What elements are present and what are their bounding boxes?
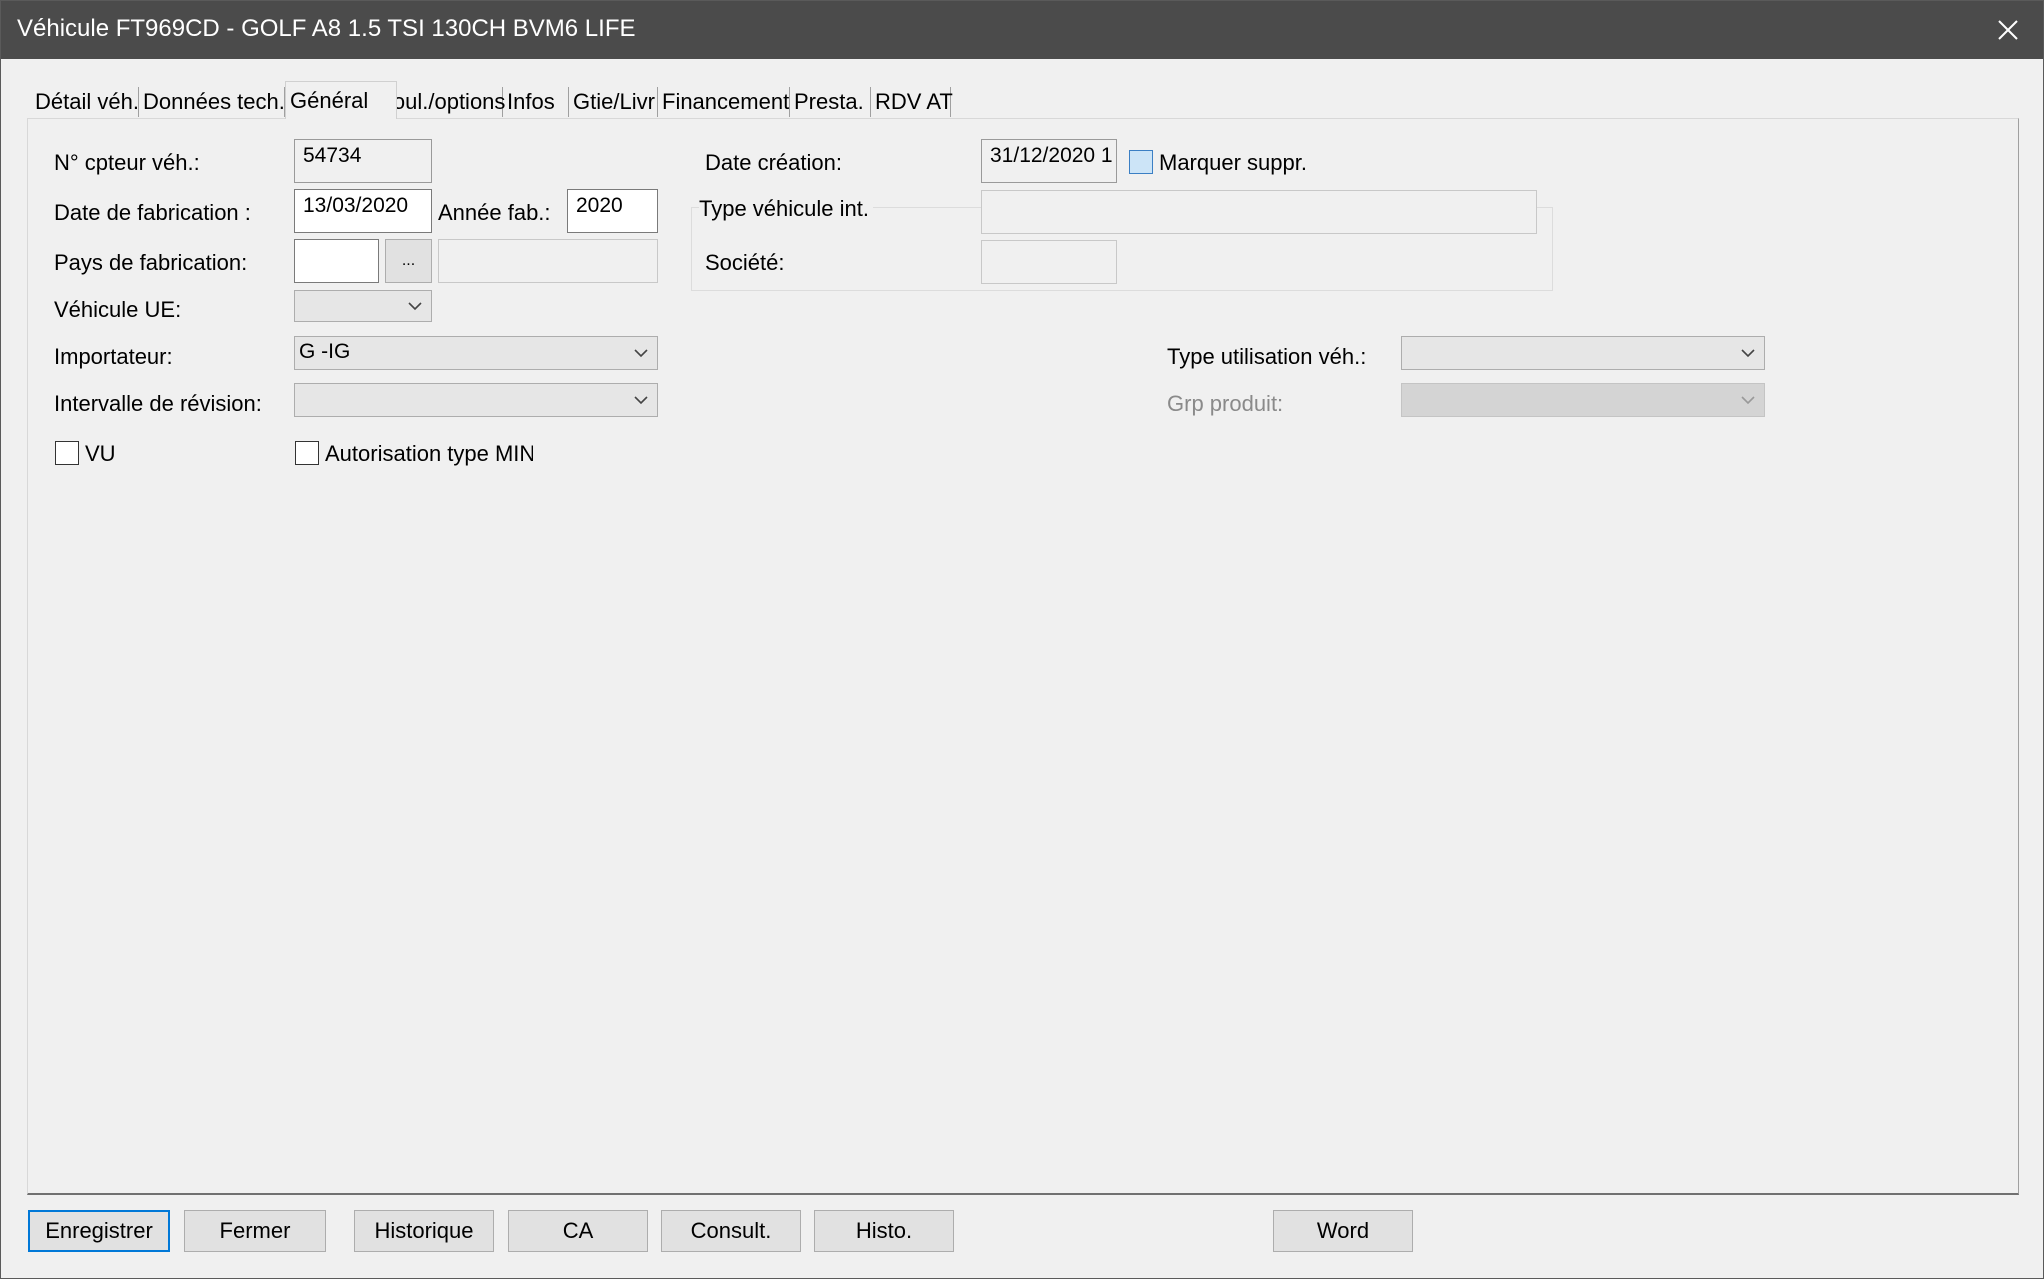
compteur-field[interactable]: 54734 (294, 139, 432, 183)
tab-detail-veh[interactable]: Détail véh. (31, 87, 139, 117)
intervalle-revision-select[interactable] (294, 383, 658, 417)
chevron-down-icon (633, 384, 649, 416)
date-creation-label: Date création: (705, 150, 842, 175)
annee-fab-label: Année fab.: (438, 200, 551, 225)
type-vehicule-int-label: Type véhicule int. (699, 196, 873, 222)
date-fabrication-field[interactable]: 13/03/2020 (294, 189, 432, 233)
vu-label: VU (85, 441, 116, 466)
autorisation-mini-checkbox[interactable] (295, 441, 319, 465)
annee-fab-field[interactable]: 2020 (567, 189, 658, 233)
societe-field[interactable] (981, 240, 1117, 284)
tab-infos[interactable]: Infos (503, 87, 569, 117)
importateur-label: Importateur: (54, 344, 173, 369)
date-fabrication-label: Date de fabrication : (54, 200, 251, 225)
marquer-suppr-checkbox[interactable] (1129, 150, 1153, 174)
chevron-down-icon (407, 291, 423, 321)
window-title: Véhicule FT969CD - GOLF A8 1.5 TSI 130CH… (17, 15, 636, 42)
tab-rdv-at[interactable]: RDV AT (871, 87, 953, 117)
type-utilisation-label: Type utilisation véh.: (1167, 344, 1367, 369)
tab-donnees-tech[interactable]: Données tech. (139, 87, 285, 117)
ca-button[interactable]: CA (508, 1210, 648, 1252)
tab-general[interactable]: Général (285, 81, 397, 119)
vehicule-ue-label: Véhicule UE: (54, 297, 182, 322)
grp-produit-label: Grp produit: (1167, 391, 1284, 416)
societe-label: Société: (705, 250, 785, 275)
type-utilisation-select[interactable] (1401, 336, 1765, 370)
pays-fabrication-name-field[interactable] (438, 239, 658, 283)
autorisation-mini-label: Autorisation type MINI (325, 441, 533, 466)
date-creation-field[interactable]: 31/12/2020 1 (981, 139, 1117, 183)
chevron-down-icon (633, 337, 649, 369)
chevron-down-icon (1740, 384, 1756, 416)
pays-fabrication-code-field[interactable] (294, 239, 379, 283)
close-icon (1998, 20, 2018, 40)
histo-button[interactable]: Histo. (814, 1210, 954, 1252)
historique-button[interactable]: Historique (354, 1210, 494, 1252)
tab-presta[interactable]: Presta. (790, 87, 871, 117)
importateur-select[interactable]: G -IG (294, 336, 658, 370)
vehicle-dialog: Véhicule FT969CD - GOLF A8 1.5 TSI 130CH… (0, 0, 2044, 1279)
close-button[interactable] (1973, 1, 2043, 59)
pays-fabrication-label: Pays de fabrication: (54, 250, 248, 275)
compteur-label: N° cpteur véh.: (54, 150, 200, 175)
vehicule-ue-select[interactable] (294, 290, 432, 322)
consult-button[interactable]: Consult. (661, 1210, 801, 1252)
importateur-value: G -IG (299, 340, 351, 363)
type-vehicule-int-field[interactable] (981, 190, 1537, 234)
vu-checkbox[interactable] (55, 441, 79, 465)
tab-gtie-livr[interactable]: Gtie/Livr (569, 87, 658, 117)
chevron-down-icon (1740, 337, 1756, 369)
marquer-suppr-label: Marquer suppr. (1159, 150, 1307, 175)
grp-produit-select[interactable] (1401, 383, 1765, 417)
word-button[interactable]: Word (1273, 1210, 1413, 1252)
title-bar[interactable]: Véhicule FT969CD - GOLF A8 1.5 TSI 130CH… (1, 1, 2043, 59)
pays-fabrication-browse-button[interactable]: ... (385, 239, 432, 283)
fermer-button[interactable]: Fermer (184, 1210, 326, 1252)
enregistrer-button[interactable]: Enregistrer (28, 1210, 170, 1252)
intervalle-revision-label: Intervalle de révision: (54, 391, 262, 416)
tab-financement[interactable]: Financement (658, 87, 790, 117)
